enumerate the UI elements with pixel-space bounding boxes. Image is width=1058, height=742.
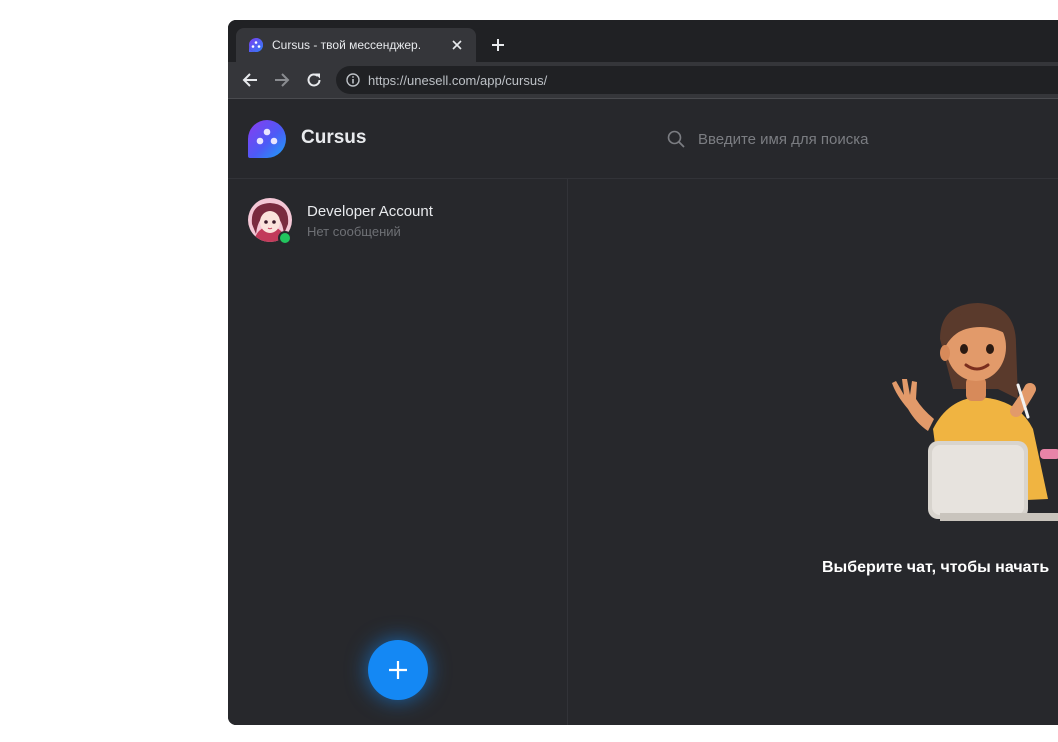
browser-toolbar: https://unesell.com/app/cursus/ bbox=[228, 62, 1058, 99]
search-icon bbox=[666, 129, 686, 149]
contact-name: Developer Account bbox=[307, 203, 433, 220]
tab-strip: Cursus - твой мессенджер. bbox=[228, 20, 1058, 62]
address-bar[interactable]: https://unesell.com/app/cursus/ bbox=[336, 66, 1058, 94]
empty-state-text: Выберите чат, чтобы начать bbox=[822, 559, 1050, 576]
chat-list-sidebar: Developer Account Нет сообщений bbox=[228, 179, 568, 725]
back-button[interactable] bbox=[239, 69, 261, 91]
tab-title: Cursus - твой мессенджер. bbox=[272, 38, 422, 52]
app-header: Cursus bbox=[228, 99, 1058, 179]
contact-item[interactable]: Developer Account Нет сообщений bbox=[228, 179, 567, 263]
plus-icon bbox=[492, 39, 504, 51]
new-tab-button[interactable] bbox=[488, 35, 508, 55]
chat-area: Выберите чат, чтобы начать bbox=[568, 179, 1058, 725]
forward-button[interactable] bbox=[271, 69, 293, 91]
cursus-app: Cursus Введите имя для поиска Developer … bbox=[228, 99, 1058, 725]
search-bar bbox=[666, 127, 998, 151]
plus-icon bbox=[389, 661, 407, 679]
online-indicator bbox=[278, 231, 292, 245]
empty-state-illustration bbox=[892, 303, 1058, 521]
reload-icon bbox=[307, 73, 321, 87]
contact-last-message: Нет сообщений bbox=[307, 224, 401, 239]
app-name: Cursus bbox=[301, 127, 367, 148]
info-icon[interactable] bbox=[345, 72, 361, 88]
arrow-right-icon bbox=[275, 73, 290, 87]
close-icon[interactable] bbox=[448, 36, 466, 54]
arrow-left-icon bbox=[242, 73, 257, 87]
browser-window: Cursus - твой мессенджер. https://unesel… bbox=[228, 20, 1058, 725]
reload-button[interactable] bbox=[303, 69, 325, 91]
cursus-logo-icon bbox=[248, 120, 286, 158]
search-input[interactable] bbox=[698, 130, 998, 148]
new-chat-button[interactable] bbox=[368, 640, 428, 700]
cursus-logo-icon bbox=[249, 38, 263, 52]
browser-tab[interactable]: Cursus - твой мессенджер. bbox=[236, 28, 476, 62]
url-text: https://unesell.com/app/cursus/ bbox=[368, 72, 548, 88]
